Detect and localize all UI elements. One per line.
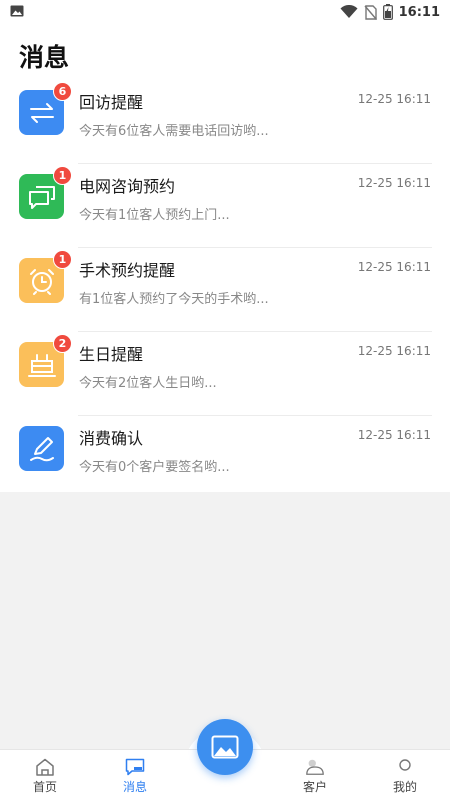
- battery-icon: [382, 4, 393, 20]
- gallery-icon: [211, 735, 239, 759]
- list-item-grid-consult[interactable]: 1 电网咨询预约 12-25 16:11 今天有1位客人预约上门...: [0, 164, 450, 248]
- message-title: 手术预约提醒: [79, 261, 176, 280]
- list-item-surgery-reminder[interactable]: 1 手术预约提醒 12-25 16:11 有1位客人预约了今天的手术哟...: [0, 248, 450, 332]
- home-icon: [35, 758, 55, 776]
- image-icon: [10, 5, 24, 17]
- message-preview: 今天有2位客人生日哟...: [79, 376, 217, 391]
- nav-label: 我的: [392, 780, 417, 794]
- message-preview: 今天有0个客户要签名哟...: [79, 460, 230, 475]
- message-title: 消费确认: [79, 429, 144, 448]
- message-page: 消息 6 回访提醒 12-25 16:11 今天有6位客人需要电话回访哟...: [0, 24, 450, 492]
- nav-label: 首页: [32, 780, 57, 794]
- message-title: 生日提醒: [79, 345, 144, 364]
- message-title: 回访提醒: [79, 93, 144, 112]
- consumption-icon-box: [19, 426, 64, 471]
- customer-icon: [305, 758, 325, 776]
- message-preview: 有1位客人预约了今天的手术哟...: [79, 292, 269, 307]
- page-title: 消息: [19, 43, 70, 72]
- list-item-consumption-confirm[interactable]: 消费确认 12-25 16:11 今天有0个客户要签名哟...: [0, 416, 450, 500]
- cake-icon: [27, 353, 56, 377]
- list-item-birthday-reminder[interactable]: 2 生日提醒 12-25 16:11 今天有2位客人生日哟...: [0, 332, 450, 416]
- no-sim-icon: [364, 4, 377, 20]
- transfer-arrows-icon: [29, 102, 54, 123]
- status-time: 16:11: [398, 4, 440, 20]
- unread-badge: 6: [53, 82, 72, 101]
- message-preview: 今天有6位客人需要电话回访哟...: [79, 124, 269, 139]
- unread-badge: 1: [53, 166, 72, 185]
- message-time: 12-25 16:11: [357, 176, 431, 190]
- message-icon: [125, 758, 145, 776]
- message-time: 12-25 16:11: [357, 344, 431, 358]
- profile-icon: [395, 758, 415, 776]
- status-bar: 16:11: [0, 0, 450, 24]
- nav-item-home[interactable]: 首页: [10, 750, 80, 800]
- alarm-clock-icon: [29, 268, 54, 295]
- message-list: 6 回访提醒 12-25 16:11 今天有6位客人需要电话回访哟... 1 电…: [0, 80, 450, 500]
- nav-label: 客户: [302, 780, 327, 794]
- nav-label: 消息: [122, 780, 147, 794]
- chat-bubbles-icon: [28, 185, 55, 209]
- nav-item-mine[interactable]: 我的: [370, 750, 440, 800]
- list-item-revisit-reminder[interactable]: 6 回访提醒 12-25 16:11 今天有6位客人需要电话回访哟...: [0, 80, 450, 164]
- pen-sign-icon: [29, 436, 54, 461]
- unread-badge: 2: [53, 334, 72, 353]
- message-time: 12-25 16:11: [357, 260, 431, 274]
- wifi-icon: [340, 5, 358, 18]
- center-action-button[interactable]: [197, 719, 253, 775]
- message-preview: 今天有1位客人预约上门...: [79, 208, 230, 223]
- status-icons: 16:11: [340, 3, 440, 21]
- message-time: 12-25 16:11: [357, 428, 431, 442]
- nav-item-messages[interactable]: 消息: [100, 750, 170, 800]
- message-title: 电网咨询预约: [79, 177, 176, 196]
- message-time: 12-25 16:11: [357, 92, 431, 106]
- nav-item-customers[interactable]: 客户: [280, 750, 350, 800]
- unread-badge: 1: [53, 250, 72, 269]
